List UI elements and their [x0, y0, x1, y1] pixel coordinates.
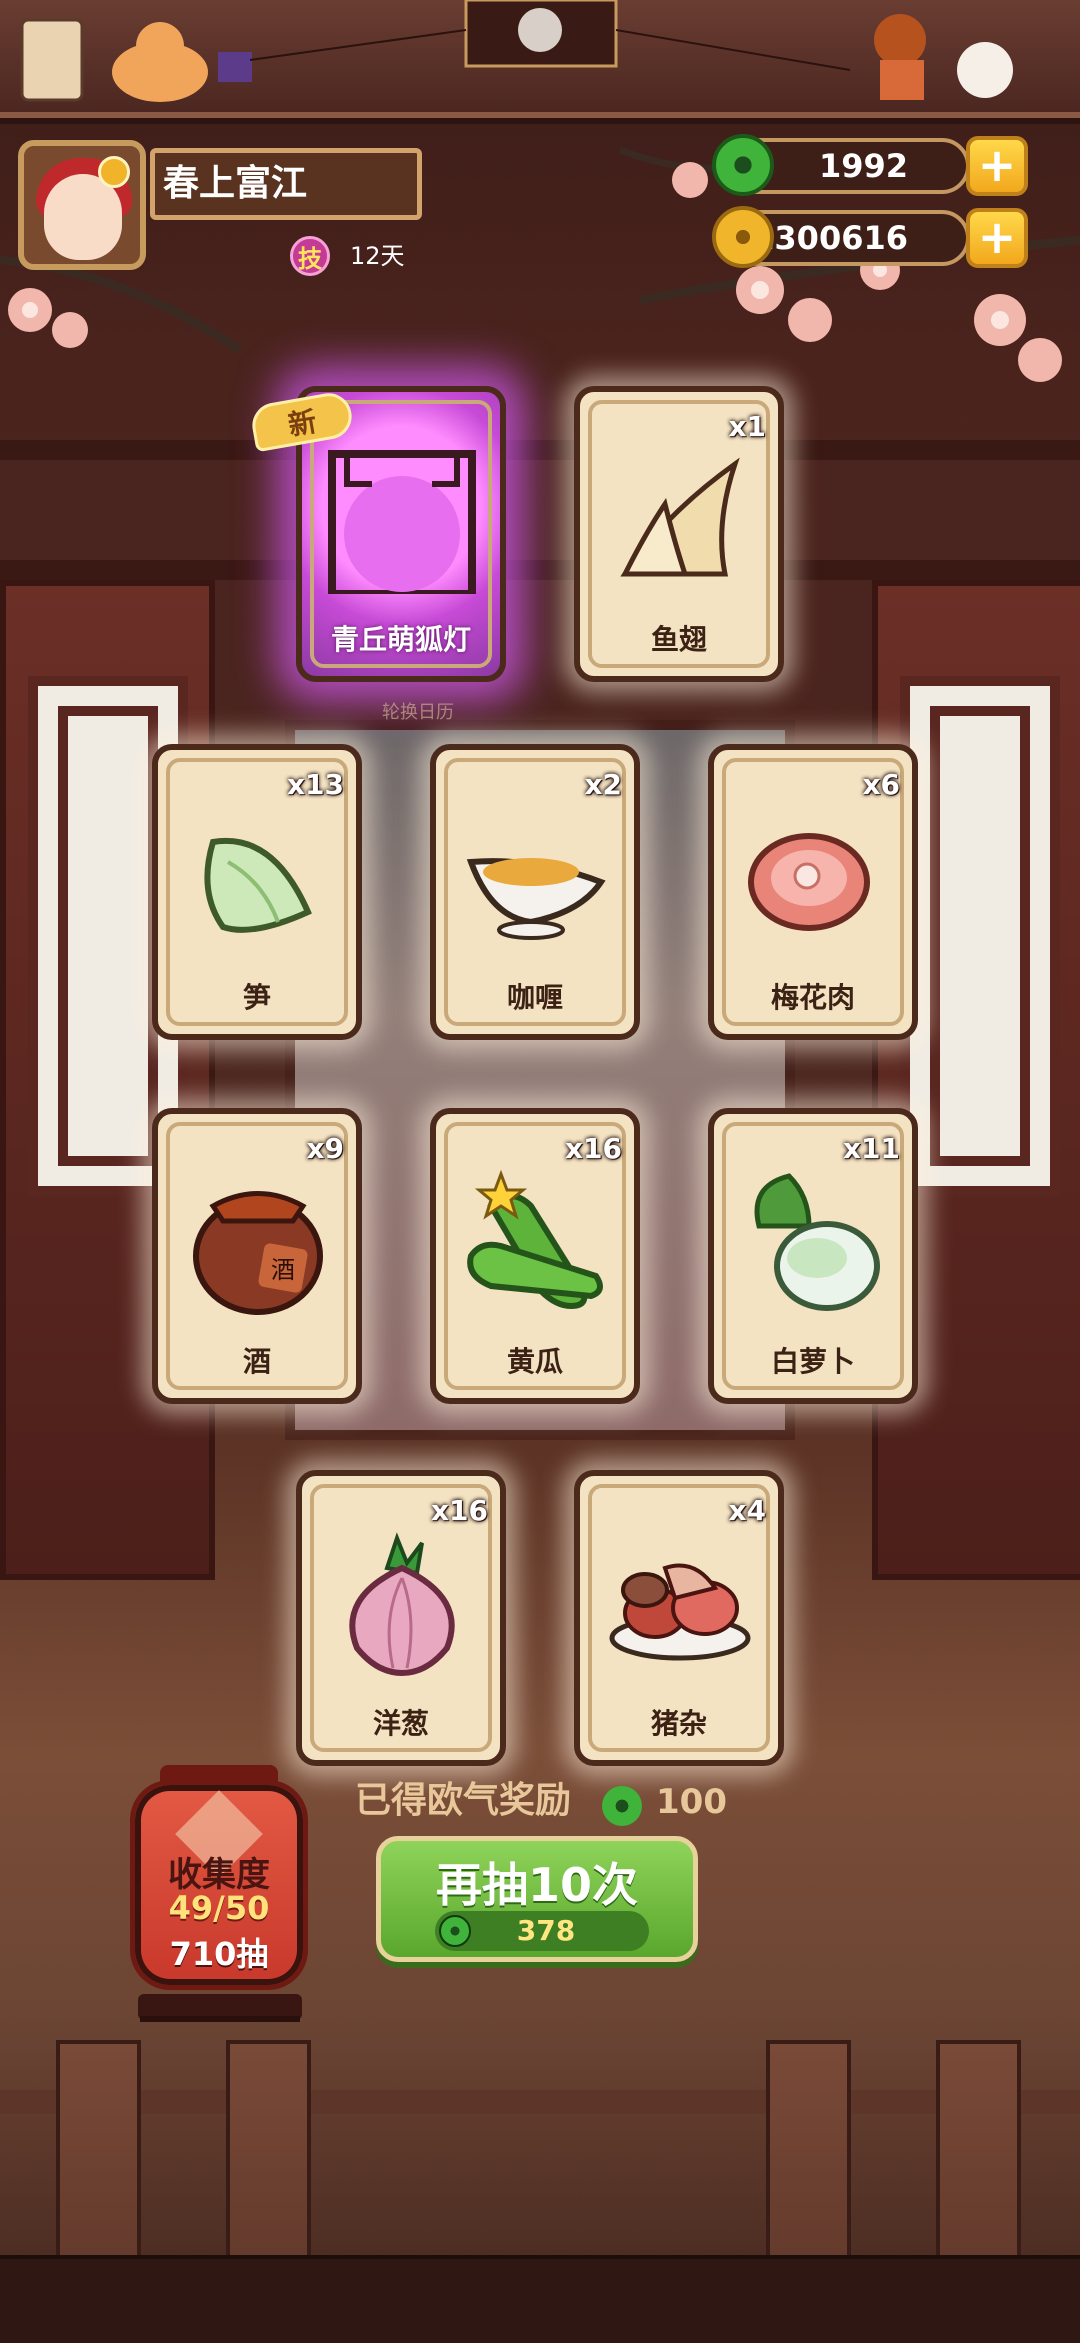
- card-count: x4: [728, 1494, 766, 1527]
- ceiling-beam: [0, 560, 1080, 580]
- card-name: 鱼翅: [650, 623, 707, 656]
- card-name: 猪杂: [650, 1707, 707, 1740]
- bottom-strip: [0, 2255, 1080, 2343]
- card-name: 梅花肉: [770, 981, 855, 1014]
- card-count: x13: [286, 768, 344, 801]
- add-jade-button[interactable]: +: [966, 136, 1028, 196]
- left-lattice-door: [0, 580, 215, 1580]
- total-draws: 710抽: [169, 1935, 269, 1973]
- card-name: 咖喱: [506, 981, 563, 1014]
- railing-bar: [0, 2090, 1080, 2114]
- luck-reward-label: 已得欧气奖励: [355, 1780, 572, 1821]
- svg-text:酒: 酒: [271, 1256, 295, 1284]
- add-coins-button[interactable]: +: [966, 208, 1028, 268]
- draw-again-button[interactable]: 再抽10次 378: [376, 1836, 698, 1962]
- tea-box-icon: [20, 18, 84, 102]
- reward-card[interactable]: x2 咖喱: [430, 744, 640, 1040]
- card-name: 笋: [242, 981, 271, 1014]
- character-figure-icon: [874, 14, 926, 66]
- skill-icon[interactable]: 技: [290, 236, 330, 276]
- reward-card[interactable]: x13 笋: [152, 744, 362, 1040]
- player-avatar[interactable]: [18, 140, 146, 270]
- collection-progress: 49/50: [168, 1889, 270, 1927]
- reward-card[interactable]: x11 白萝卜: [708, 1108, 918, 1404]
- shelf-decorations: [20, 0, 1013, 102]
- card-count: x16: [564, 1132, 622, 1165]
- card-name: 青丘萌狐灯: [330, 623, 471, 656]
- reward-card[interactable]: x1 鱼翅: [574, 386, 784, 682]
- offal-icon: [609, 1563, 751, 1661]
- ceiling-beam: [0, 440, 1080, 460]
- right-lattice-door: [872, 580, 1080, 1580]
- onion-icon: [349, 1532, 455, 1677]
- card-count: x1: [728, 410, 766, 443]
- lantern-stand-legs: [140, 2016, 300, 2022]
- fox-lamp-icon: [328, 450, 476, 594]
- reward-card[interactable]: x6 梅花肉: [708, 744, 918, 1040]
- card-count: x2: [584, 768, 622, 801]
- reward-card[interactable]: x16 洋葱: [296, 1470, 506, 1766]
- card-count: x16: [430, 1494, 488, 1527]
- card-name: 白萝卜: [770, 1345, 855, 1378]
- card-name: 黄瓜: [506, 1345, 563, 1378]
- card-name: 酒: [242, 1345, 271, 1378]
- card-name: 洋葱: [372, 1707, 429, 1740]
- curry-icon: [466, 858, 606, 940]
- draw-cost: 378: [516, 1914, 576, 1947]
- bamboo-shoot-icon: [204, 837, 312, 933]
- white-cat-icon: [957, 42, 1013, 98]
- luck-reward-amount: 100: [656, 1782, 727, 1822]
- calendar-hint: 轮换日历: [382, 702, 454, 723]
- cucumber-icon: [467, 1169, 603, 1310]
- wine-jar-icon: 酒: [193, 1191, 323, 1315]
- coin-badge-icon: [98, 156, 130, 188]
- jade-icon: [712, 134, 774, 196]
- radish-icon: [754, 1173, 880, 1311]
- draw-again-label: 再抽10次: [435, 1858, 638, 1912]
- skill-duration: 12天: [350, 242, 405, 270]
- copper-coin-icon: [712, 206, 774, 268]
- collection-progress-lantern[interactable]: 收集度 49/50 710抽: [130, 1780, 308, 1990]
- jade-icon: [439, 1915, 471, 1947]
- player-name: 春上富江: [150, 148, 422, 220]
- reward-card[interactable]: x16 黄瓜: [430, 1108, 640, 1404]
- card-count: x11: [842, 1132, 900, 1165]
- jade-icon: [602, 1786, 642, 1826]
- reward-card[interactable]: x4 猪杂: [574, 1470, 784, 1766]
- pork-shoulder-icon: [748, 833, 870, 931]
- shark-fin-icon: [620, 457, 740, 577]
- reward-card[interactable]: 酒 x9 酒: [152, 1108, 362, 1404]
- card-count: x9: [306, 1132, 344, 1165]
- card-count: x6: [862, 768, 900, 801]
